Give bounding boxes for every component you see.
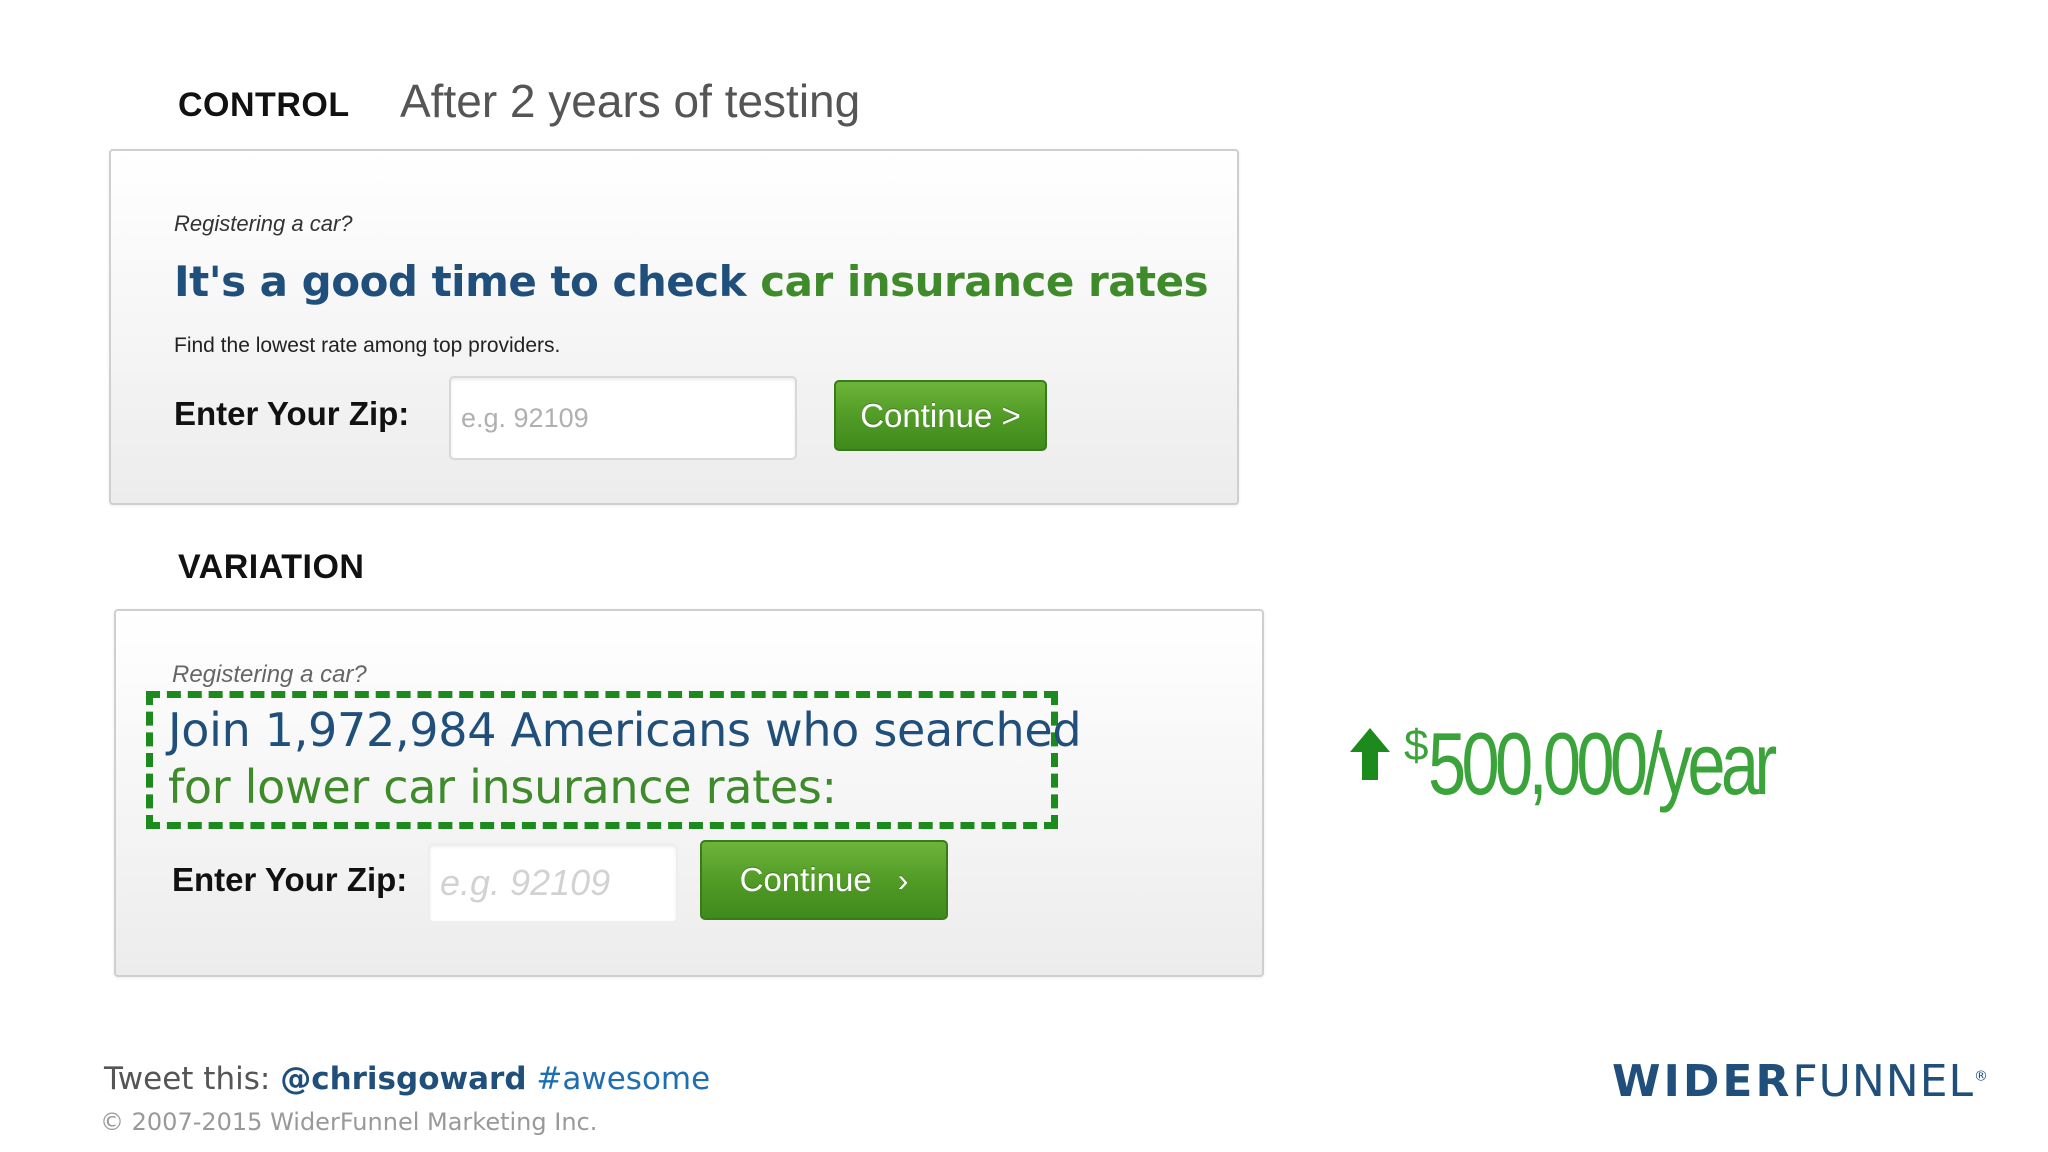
- control-headline-green: car insurance rates: [760, 257, 1209, 306]
- variation-panel: Registering a car? Join 1,972,984 Americ…: [114, 609, 1264, 977]
- control-zip-label: Enter Your Zip:: [174, 395, 410, 432]
- tweet-line: Tweet this: @chrisgoward #awesome: [104, 1061, 710, 1097]
- hashtag-link[interactable]: #awesome: [536, 1061, 710, 1097]
- control-label: CONTROL: [178, 86, 350, 124]
- variation-continue-button[interactable]: Continue ›: [700, 840, 948, 920]
- variation-headline-line1: Join 1,972,984 Americans who searched: [168, 703, 1082, 757]
- copyright: © 2007-2015 WiderFunnel Marketing Inc.: [100, 1108, 598, 1136]
- logo-registered-mark: ®: [1974, 1068, 1992, 1085]
- control-headline-blue: It's a good time to check: [174, 257, 747, 306]
- twitter-handle-link[interactable]: @chrisgoward: [280, 1061, 526, 1097]
- variation-eyebrow: Registering a car?: [172, 661, 367, 688]
- control-subtext: Find the lowest rate among top providers…: [174, 334, 561, 357]
- control-eyebrow: Registering a car?: [174, 211, 353, 236]
- control-continue-button[interactable]: Continue >: [834, 380, 1047, 451]
- logo-funnel: FUNNEL: [1792, 1056, 1975, 1107]
- variation-label: VARIATION: [178, 548, 365, 586]
- result-callout: $ 500,000/year: [1348, 720, 1870, 808]
- variation-zip-label: Enter Your Zip:: [172, 861, 408, 898]
- arrow-up-icon: [1350, 728, 1390, 780]
- control-zip-input[interactable]: [449, 376, 797, 460]
- widerfunnel-logo[interactable]: WIDERFUNNEL®: [1612, 1056, 1991, 1107]
- result-currency: $: [1404, 721, 1429, 770]
- tweet-prefix: Tweet this:: [104, 1061, 271, 1097]
- control-continue-label: Continue >: [860, 396, 1021, 434]
- logo-wider: WIDER: [1612, 1056, 1793, 1107]
- variation-zip-input[interactable]: [428, 843, 678, 923]
- result-amount: 500,000/year: [1428, 714, 1777, 813]
- control-headline: It's a good time to check car insurance …: [174, 257, 1209, 306]
- control-panel: Registering a car? It's a good time to c…: [109, 149, 1239, 505]
- variation-headline-line2: for lower car insurance rates:: [168, 760, 837, 814]
- chevron-right-icon: ›: [897, 861, 909, 898]
- control-subtitle: After 2 years of testing: [400, 75, 861, 127]
- variation-continue-label: Continue: [739, 861, 872, 898]
